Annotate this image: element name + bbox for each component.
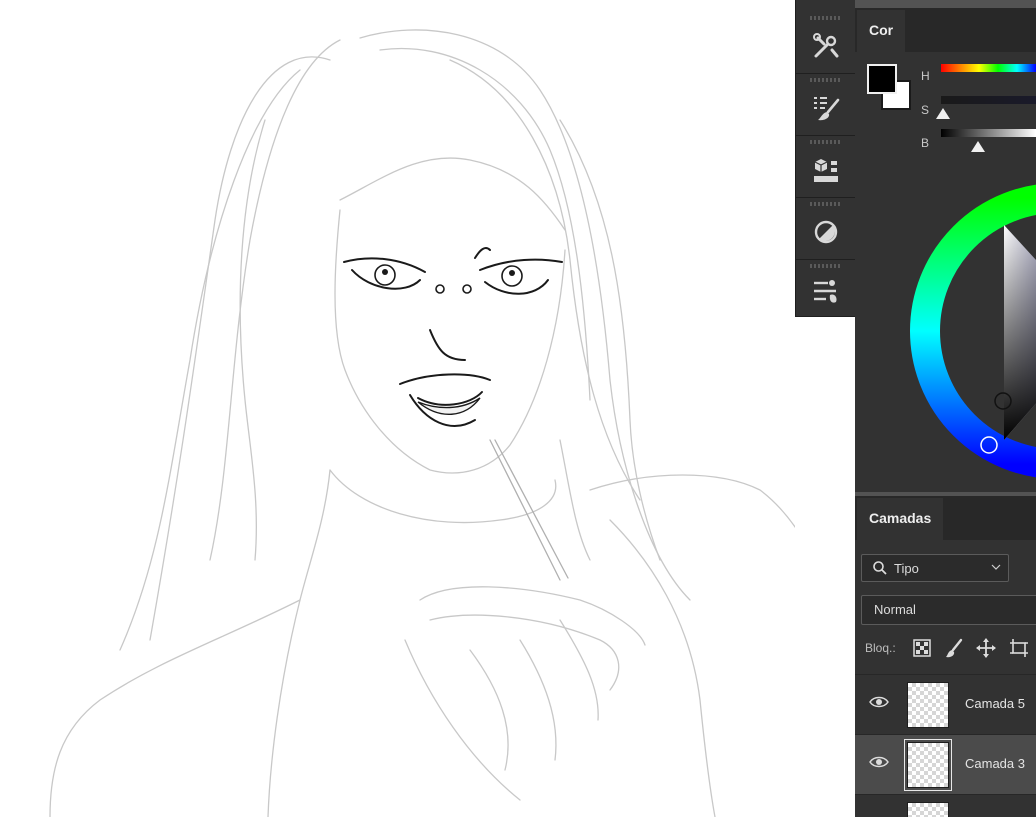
saturation-slider[interactable]: [941, 96, 1036, 104]
tool-presets-icon: [813, 280, 837, 303]
layer-name[interactable]: Camada 5: [965, 696, 1025, 711]
hue-slider[interactable]: [941, 64, 1036, 72]
3d-materials-button[interactable]: [796, 136, 855, 198]
search-icon: [873, 561, 887, 575]
brightness-slider-thumb[interactable]: [971, 141, 985, 152]
lock-image-pixels-icon[interactable]: [943, 637, 965, 659]
color-wheel-graphic: [910, 184, 1036, 478]
grip-handle[interactable]: [810, 16, 840, 20]
brightness-slider[interactable]: [941, 129, 1036, 137]
hue-label: H: [921, 69, 930, 83]
brush-settings-button[interactable]: [796, 74, 855, 136]
lock-label: Bloq.:: [865, 641, 896, 655]
sketch-artwork: [49, 29, 795, 817]
layers-panel-tabbar: Camadas: [855, 496, 1036, 540]
grip-handle[interactable]: [810, 202, 840, 206]
tab-layers[interactable]: Camadas: [857, 498, 943, 540]
tool-strip: [795, 0, 855, 317]
chevron-down-icon: [991, 564, 1001, 570]
blend-mode-select[interactable]: Normal: [861, 595, 1036, 625]
tab-color[interactable]: Cor: [857, 10, 905, 52]
lock-artboard-icon[interactable]: [1008, 637, 1030, 659]
grip-handle[interactable]: [810, 140, 840, 144]
saturation-label: S: [921, 103, 930, 117]
color-panel-tabbar: Cor: [855, 8, 1036, 52]
eye-icon[interactable]: [869, 695, 889, 709]
brush-tools-button[interactable]: [796, 12, 855, 74]
eye-icon[interactable]: [869, 755, 889, 769]
layer-filter-label: Tipo: [894, 560, 919, 576]
3d-materials-icon: [813, 158, 838, 182]
foreground-color-swatch[interactable]: [867, 64, 897, 94]
brush-tools-icon: [812, 32, 838, 57]
color-panel: Cor H S B: [855, 8, 1036, 492]
layer-name[interactable]: Camada 3: [965, 756, 1025, 771]
brightness-label: B: [921, 136, 930, 150]
brush-settings-icon: [813, 96, 839, 120]
layer-row[interactable]: Camada 5: [855, 674, 1036, 734]
layer-row-selected[interactable]: Camada 3: [855, 734, 1036, 794]
color-wheel[interactable]: [910, 170, 1036, 492]
layer-thumbnail[interactable]: [904, 739, 952, 791]
lock-position-icon[interactable]: [975, 637, 997, 659]
grip-handle[interactable]: [810, 78, 840, 82]
tool-presets-button[interactable]: [796, 260, 855, 317]
layers-panel: Camadas Tipo Normal Bloq.: Camada 5 Cama…: [855, 496, 1036, 817]
right-panel-dock: Cor H S B Camadas Tipo Normal Bloq.: Cam…: [855, 0, 1036, 817]
lock-transparent-pixels-icon[interactable]: [911, 637, 933, 659]
adjustments-button[interactable]: [796, 198, 855, 260]
layer-thumbnail[interactable]: [907, 682, 949, 728]
layer-filter-select[interactable]: Tipo: [861, 554, 1009, 582]
drawing-canvas[interactable]: [0, 0, 795, 817]
layer-row-partial[interactable]: [855, 794, 1036, 817]
grip-handle[interactable]: [810, 264, 840, 268]
layer-thumbnail[interactable]: [907, 802, 949, 817]
saturation-slider-thumb[interactable]: [936, 108, 950, 119]
adjustments-icon: [814, 220, 837, 243]
